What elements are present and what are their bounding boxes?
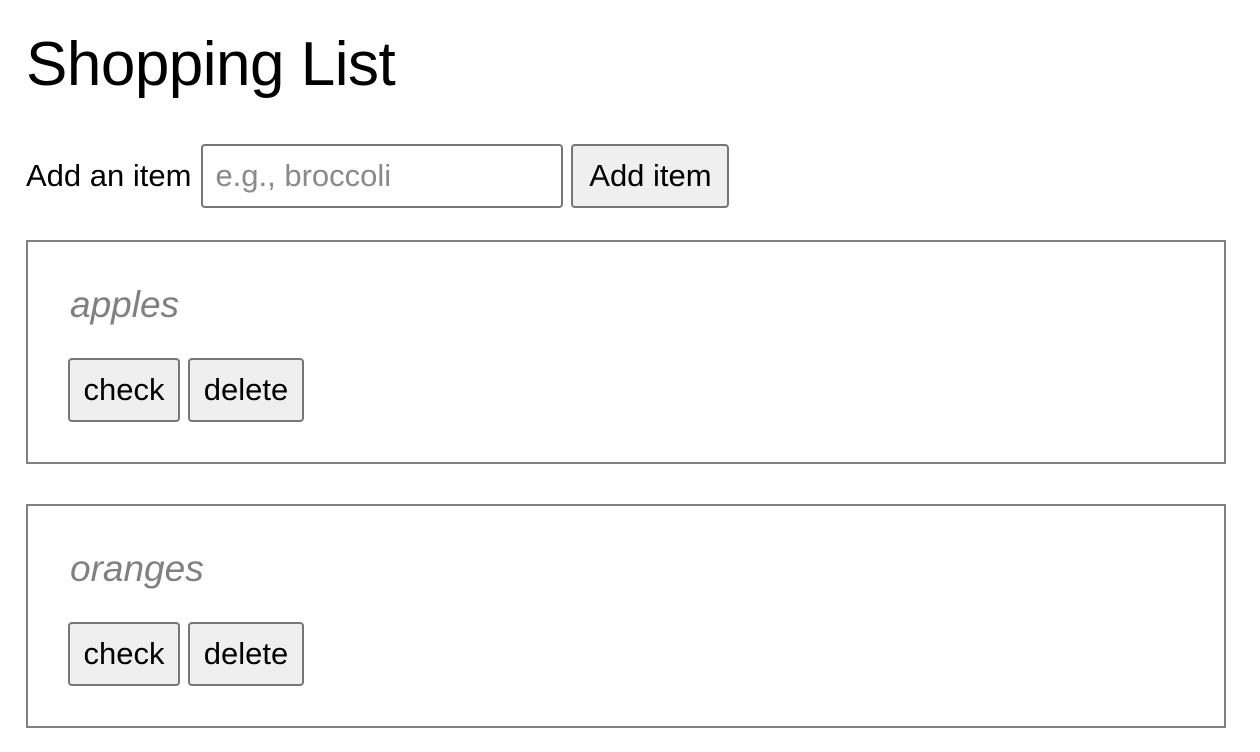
item-name: apples <box>70 284 180 325</box>
shopping-list-item: oranges check delete <box>26 504 1226 728</box>
add-item-button[interactable]: Add item <box>571 144 730 208</box>
item-actions: check delete <box>68 622 304 686</box>
add-item-input[interactable] <box>201 144 564 208</box>
check-item-button[interactable]: check <box>68 358 180 422</box>
add-item-form: Add an item Add item <box>26 144 730 208</box>
delete-item-button[interactable]: delete <box>188 358 304 422</box>
add-item-label: Add an item <box>26 158 192 193</box>
shopping-list-item: apples check delete <box>26 240 1226 464</box>
item-actions: check delete <box>68 358 304 422</box>
item-name: oranges <box>70 548 204 589</box>
check-item-button[interactable]: check <box>68 622 180 686</box>
page-title: Shopping List <box>26 30 396 99</box>
delete-item-button[interactable]: delete <box>188 622 304 686</box>
